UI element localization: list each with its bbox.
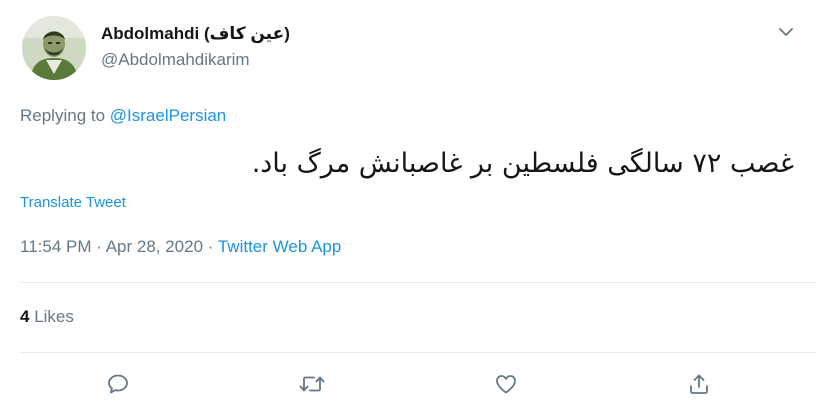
share-button[interactable] bbox=[684, 369, 714, 399]
author-handle[interactable]: @Abdolmahdikarim bbox=[101, 50, 250, 70]
more-options-caret[interactable] bbox=[774, 20, 798, 44]
translate-tweet-link[interactable]: Translate Tweet bbox=[20, 194, 126, 211]
tweet-source-link[interactable]: Twitter Web App bbox=[218, 237, 341, 256]
avatar-image bbox=[22, 16, 86, 80]
author-display-name[interactable]: Abdolmahdi (عین کاف) bbox=[101, 24, 290, 44]
likes-label: Likes bbox=[29, 307, 74, 326]
replying-to: Replying to @IsraelPersian bbox=[20, 106, 226, 126]
heart-icon bbox=[496, 375, 516, 394]
retweet-icon bbox=[299, 376, 325, 392]
tweet-text: غصب ۷۲ سالگی فلسطین بر غاصبانش مرگ باد. bbox=[251, 148, 794, 179]
divider bbox=[20, 352, 816, 353]
reply-icon bbox=[108, 374, 128, 394]
avatar[interactable] bbox=[22, 16, 86, 80]
chevron-down-icon bbox=[779, 27, 793, 36]
divider bbox=[20, 282, 816, 283]
tweet-time[interactable]: 11:54 PM bbox=[20, 237, 92, 256]
replying-to-label: Replying to bbox=[20, 106, 110, 125]
likes-stat[interactable]: 4 Likes bbox=[20, 307, 74, 327]
meta-separator: · bbox=[91, 237, 106, 256]
tweet-metadata: 11:54 PM · Apr 28, 2020 · Twitter Web Ap… bbox=[20, 237, 341, 257]
tweet-date[interactable]: Apr 28, 2020 bbox=[106, 237, 203, 256]
reply-button[interactable] bbox=[103, 369, 133, 399]
share-icon bbox=[690, 374, 708, 394]
replying-to-mention-link[interactable]: @IsraelPersian bbox=[110, 106, 226, 125]
like-button[interactable] bbox=[491, 369, 521, 399]
retweet-button[interactable] bbox=[297, 369, 327, 399]
meta-separator: · bbox=[203, 237, 218, 256]
